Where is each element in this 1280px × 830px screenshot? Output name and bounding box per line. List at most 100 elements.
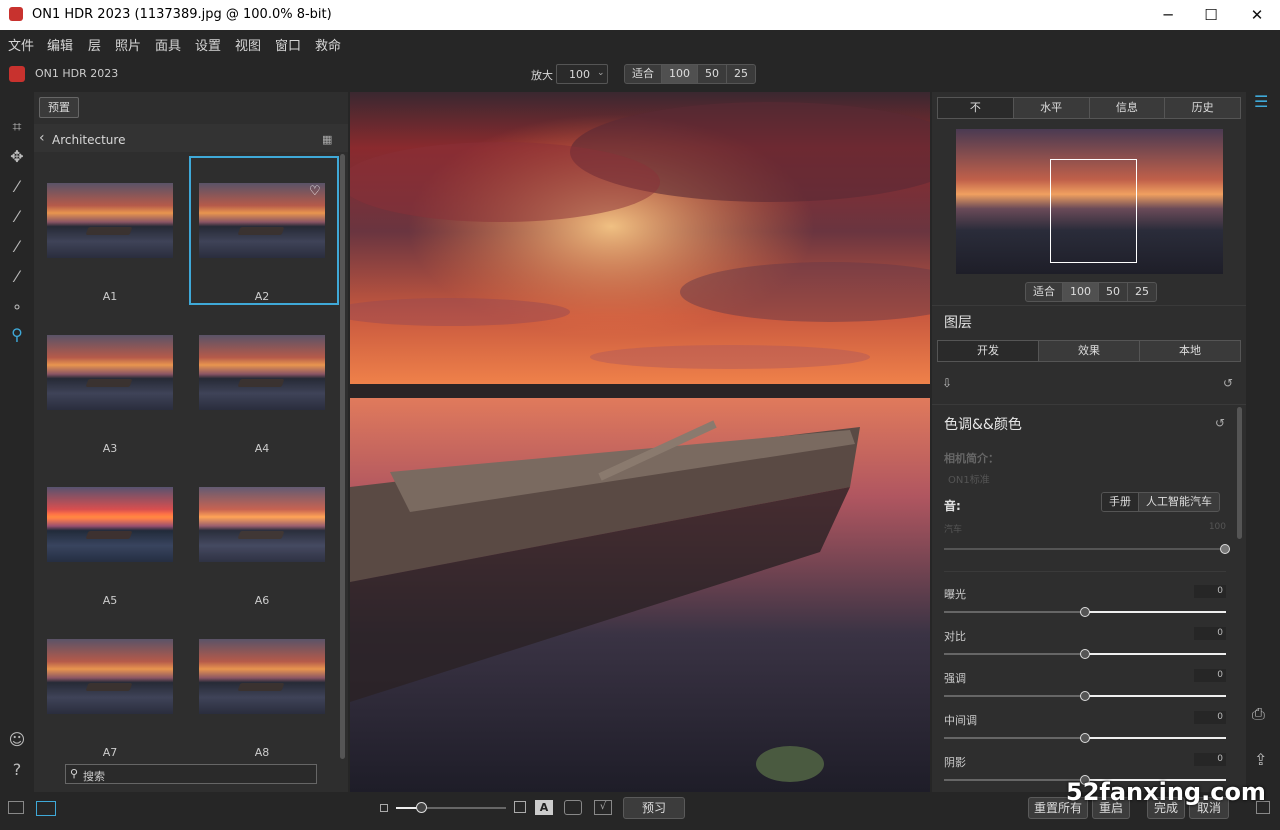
adjustments-icon[interactable]: ☰ [1254,92,1268,111]
move-icon[interactable]: ✥ [7,147,27,167]
camera-profile-value[interactable]: ON1标准 [948,471,990,486]
bottom-bar: A √ 预习 重置所有 重启 完成 取消 52fanxing.com [0,778,1280,830]
tab-local[interactable]: 本地 [1140,341,1240,361]
camera-profile-label: 相机简介： [944,452,999,465]
zoom-25-button[interactable]: 25 [727,65,755,83]
auto-slider-knob[interactable] [1220,544,1230,554]
tab-none[interactable]: 不 [938,98,1014,118]
tab-info[interactable]: 信息 [1090,98,1166,118]
zoom-100-button[interactable]: 100 [662,65,698,83]
preset-button[interactable]: 预置 [39,97,79,118]
menu-layer[interactable]: 层 [88,35,101,54]
tab-history[interactable]: 历史 [1165,98,1240,118]
exposure-slider[interactable] [944,607,1226,617]
clone-icon[interactable]: ∘ [7,297,27,317]
auto-value: 100 [1208,522,1226,532]
magic-wand-icon[interactable]: ⁄ [7,177,27,197]
navigator-viewport-frame[interactable] [1050,159,1137,263]
share-icon[interactable]: ⇪ [1254,750,1267,769]
reset-icon[interactable]: ↺ [1223,376,1233,390]
help-icon[interactable]: ? [7,760,27,780]
mask-view-icon[interactable] [564,800,582,815]
panel-scrollbar[interactable] [1237,407,1242,539]
highlights-slider[interactable] [944,691,1226,701]
window-title: ON1 HDR 2023 (1137389.jpg @ 100.0% 8-bit… [32,7,332,22]
menu-file[interactable]: 文件 [8,35,34,54]
menu-help[interactable]: 救命 [315,35,341,54]
navigator-preview[interactable] [956,129,1223,274]
tab-level[interactable]: 水平 [1014,98,1090,118]
midtones-slider[interactable] [944,733,1226,743]
back-chevron-icon[interactable]: ‹ [39,130,45,146]
nav-zoom-100-button[interactable]: 100 [1063,283,1099,301]
refine-brush-icon[interactable]: ⁄ [7,267,27,287]
menu-edit[interactable]: 编辑 [47,35,73,54]
toggle-left-panel-icon[interactable] [8,801,24,814]
portrait-icon[interactable]: ☺ [7,730,27,750]
small-thumb-icon[interactable] [380,804,388,812]
nav-zoom-fit-button[interactable]: 适合 [1026,283,1063,301]
highlights-value[interactable]: 0 [1194,669,1226,682]
watermark: 52fanxing.com [1066,778,1266,806]
nav-zoom-25-button[interactable]: 25 [1128,283,1156,301]
tab-effects[interactable]: 效果 [1039,341,1140,361]
large-thumb-icon[interactable] [514,801,526,813]
menu-view[interactable]: 视图 [235,35,261,54]
auto-slider[interactable] [944,544,1230,554]
exposure-value[interactable]: 0 [1194,585,1226,598]
folder-name[interactable]: Architecture [52,133,125,147]
section-title[interactable]: 色调&&颜色 [944,414,1022,434]
tone-ai-auto-button[interactable]: 人工智能汽车 [1139,493,1219,511]
shadows-value[interactable]: 0 [1194,753,1226,766]
tone-manual-button[interactable]: 手册 [1102,493,1139,511]
thumbnail-label: A3 [102,442,118,455]
zoom-50-button[interactable]: 50 [698,65,727,83]
menu-settings[interactable]: 设置 [195,35,221,54]
compare-view-icon[interactable]: √ [594,800,612,815]
brush-icon[interactable]: ⁄ [7,207,27,227]
maximize-button[interactable]: ☐ [1188,0,1234,30]
menu-window[interactable]: 窗口 [275,35,301,54]
photo-canvas[interactable] [350,92,930,792]
toggle-filmstrip-icon[interactable] [36,801,56,816]
thumbnail-a6[interactable] [199,487,325,562]
menu-mask[interactable]: 面具 [155,35,181,54]
nav-zoom-50-button[interactable]: 50 [1099,283,1128,301]
thumbnail-a4[interactable] [199,335,325,410]
thumbnail-a8[interactable] [199,639,325,714]
hand-zoom-icon[interactable]: ⚲ [7,325,27,345]
import-preset-icon[interactable]: ⇩ [942,376,952,390]
browser-scrollbar[interactable] [340,154,345,759]
layers-title[interactable]: 图层 [944,312,972,332]
thumbnail-a2[interactable] [199,183,325,258]
zoom-select[interactable]: 100 ⌄ [556,64,608,84]
thumbnail-a5[interactable] [47,487,173,562]
contrast-slider[interactable] [944,649,1226,659]
thumbnail-label: A1 [102,290,118,303]
print-icon[interactable]: ⎙ [1252,704,1265,724]
thumbnail-a7[interactable] [47,639,173,714]
grid-view-icon[interactable]: ▦ [322,133,332,146]
thumbnail-a3[interactable] [47,335,173,410]
heart-icon[interactable]: ♡ [309,184,321,199]
search-input[interactable]: ⚲ 搜索 [65,764,317,784]
masking-brush-icon[interactable]: ⁄ [7,237,27,257]
zoom-fit-button[interactable]: 适合 [625,65,662,83]
close-button[interactable]: ✕ [1234,0,1280,30]
shadows-label: 阴影 [944,756,966,769]
crop-icon[interactable]: ⌗ [7,117,27,137]
contrast-value[interactable]: 0 [1194,627,1226,640]
minimize-button[interactable]: ─ [1145,0,1191,30]
menu-photo[interactable]: 照片 [115,35,141,54]
section-reset-icon[interactable]: ↺ [1215,416,1225,430]
midtones-value[interactable]: 0 [1194,711,1226,724]
tab-develop[interactable]: 开发 [938,341,1039,361]
zoom-mode-group: 适合 100 50 25 [624,64,756,84]
highlights-label: 强调 [944,672,966,685]
thumb-size-slider[interactable] [396,802,506,813]
thumbnail-label: A8 [254,746,270,759]
preview-button[interactable]: 预习 [623,797,685,819]
top-toolbar: ON1 HDR 2023 放大 100 ⌄ 适合 100 50 25 [0,56,1280,92]
text-overlay-icon[interactable]: A [535,800,553,815]
thumbnail-a1[interactable] [47,183,173,258]
